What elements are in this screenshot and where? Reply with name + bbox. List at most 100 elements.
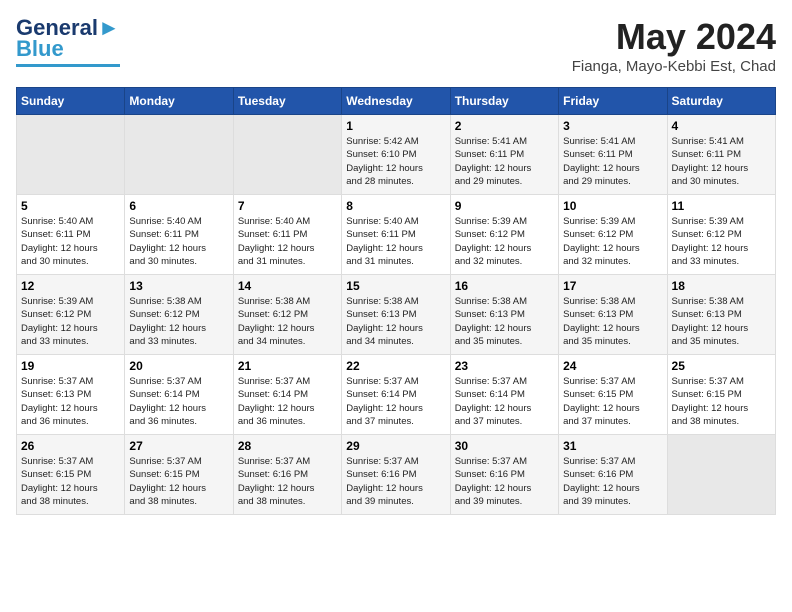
day-info: Sunrise: 5:37 AMSunset: 6:14 PMDaylight:…: [455, 375, 554, 428]
calendar-cell: 16 Sunrise: 5:38 AMSunset: 6:13 PMDayligh…: [450, 275, 558, 355]
day-info: Sunrise: 5:37 AMSunset: 6:15 PMDaylight:…: [21, 455, 120, 508]
day-info: Sunrise: 5:37 AMSunset: 6:16 PMDaylight:…: [238, 455, 337, 508]
day-info: Sunrise: 5:38 AMSunset: 6:13 PMDaylight:…: [672, 295, 771, 348]
calendar-cell: 20Sunrise: 5:37 AMSunset: 6:14 PMDayligh…: [125, 355, 233, 435]
day-number: 21: [238, 359, 337, 373]
calendar-cell: 7 Sunrise: 5:40 AMSunset: 6:11 PMDaylight…: [233, 195, 341, 275]
calendar-cell: 24 Sunrise: 5:37 AMSunset: 6:15 PMDayligh…: [559, 355, 667, 435]
calendar-table: SundayMondayTuesdayWednesdayThursdayFrid…: [16, 87, 776, 515]
calendar-cell: 12 Sunrise: 5:39 AMSunset: 6:12 PMDayligh…: [17, 275, 125, 355]
calendar-cell: 3 Sunrise: 5:41 AMSunset: 6:11 PMDaylight…: [559, 115, 667, 195]
day-number: 16: [455, 279, 554, 293]
weekday-header: Saturday: [667, 88, 775, 115]
day-info: Sunrise: 5:41 AMSunset: 6:11 PMDaylight:…: [455, 135, 554, 188]
day-info: Sunrise: 5:38 AMSunset: 6:13 PMDaylight:…: [346, 295, 445, 348]
day-info: Sunrise: 5:37 AMSunset: 6:15 PMDaylight:…: [129, 455, 228, 508]
page-header: General► Blue May 2024 Fianga, Mayo-Kebb…: [16, 16, 776, 75]
day-number: 26: [21, 439, 120, 453]
calendar-cell: [17, 115, 125, 195]
logo: General► Blue: [16, 16, 120, 67]
day-info: Sunrise: 5:39 AMSunset: 6:12 PMDaylight:…: [21, 295, 120, 348]
calendar-cell: 29 Sunrise: 5:37 AMSunset: 6:16 PMDayligh…: [342, 435, 450, 515]
day-info: Sunrise: 5:37 AMSunset: 6:16 PMDaylight:…: [346, 455, 445, 508]
day-info: Sunrise: 5:41 AMSunset: 6:11 PMDaylight:…: [563, 135, 662, 188]
day-number: 11: [672, 199, 771, 213]
day-info: Sunrise: 5:40 AMSunset: 6:11 PMDaylight:…: [129, 215, 228, 268]
day-number: 12: [21, 279, 120, 293]
day-number: 7: [238, 199, 337, 213]
day-info: Sunrise: 5:37 AMSunset: 6:14 PMDaylight:…: [129, 375, 228, 428]
day-info: Sunrise: 5:38 AMSunset: 6:12 PMDaylight:…: [129, 295, 228, 348]
day-number: 23: [455, 359, 554, 373]
day-info: Sunrise: 5:41 AMSunset: 6:11 PMDaylight:…: [672, 135, 771, 188]
day-info: Sunrise: 5:40 AMSunset: 6:11 PMDaylight:…: [346, 215, 445, 268]
calendar-cell: 28 Sunrise: 5:37 AMSunset: 6:16 PMDayligh…: [233, 435, 341, 515]
calendar-cell: 14Sunrise: 5:38 AMSunset: 6:12 PMDayligh…: [233, 275, 341, 355]
day-number: 24: [563, 359, 662, 373]
day-number: 9: [455, 199, 554, 213]
day-number: 1: [346, 119, 445, 133]
day-number: 8: [346, 199, 445, 213]
weekday-header: Friday: [559, 88, 667, 115]
day-number: 17: [563, 279, 662, 293]
calendar-cell: 22 Sunrise: 5:37 AMSunset: 6:14 PMDayligh…: [342, 355, 450, 435]
calendar-cell: 6 Sunrise: 5:40 AMSunset: 6:11 PMDaylight…: [125, 195, 233, 275]
week-row: 26 Sunrise: 5:37 AMSunset: 6:15 PMDayligh…: [17, 435, 776, 515]
week-row: 1 Sunrise: 5:42 AMSunset: 6:10 PMDaylight…: [17, 115, 776, 195]
day-number: 22: [346, 359, 445, 373]
day-number: 29: [346, 439, 445, 453]
week-row: 5 Sunrise: 5:40 AMSunset: 6:11 PMDaylight…: [17, 195, 776, 275]
calendar-cell: 1 Sunrise: 5:42 AMSunset: 6:10 PMDaylight…: [342, 115, 450, 195]
day-number: 18: [672, 279, 771, 293]
day-info: Sunrise: 5:42 AMSunset: 6:10 PMDaylight:…: [346, 135, 445, 188]
weekday-header: Tuesday: [233, 88, 341, 115]
calendar-cell: [667, 435, 775, 515]
week-row: 19Sunrise: 5:37 AMSunset: 6:13 PMDayligh…: [17, 355, 776, 435]
day-number: 10: [563, 199, 662, 213]
day-info: Sunrise: 5:38 AMSunset: 6:13 PMDaylight:…: [563, 295, 662, 348]
week-row: 12 Sunrise: 5:39 AMSunset: 6:12 PMDayligh…: [17, 275, 776, 355]
calendar-cell: 4 Sunrise: 5:41 AMSunset: 6:11 PMDaylight…: [667, 115, 775, 195]
day-info: Sunrise: 5:37 AMSunset: 6:16 PMDaylight:…: [455, 455, 554, 508]
calendar-cell: 8 Sunrise: 5:40 AMSunset: 6:11 PMDaylight…: [342, 195, 450, 275]
weekday-header: Monday: [125, 88, 233, 115]
weekday-header: Sunday: [17, 88, 125, 115]
day-info: Sunrise: 5:38 AMSunset: 6:13 PMDaylight:…: [455, 295, 554, 348]
calendar-cell: 11 Sunrise: 5:39 AMSunset: 6:12 PMDayligh…: [667, 195, 775, 275]
calendar-cell: 18 Sunrise: 5:38 AMSunset: 6:13 PMDayligh…: [667, 275, 775, 355]
day-number: 5: [21, 199, 120, 213]
day-number: 3: [563, 119, 662, 133]
weekday-header-row: SundayMondayTuesdayWednesdayThursdayFrid…: [17, 88, 776, 115]
day-info: Sunrise: 5:37 AMSunset: 6:16 PMDaylight:…: [563, 455, 662, 508]
calendar-cell: 23 Sunrise: 5:37 AMSunset: 6:14 PMDayligh…: [450, 355, 558, 435]
logo-blue: Blue: [16, 36, 64, 62]
day-number: 6: [129, 199, 228, 213]
calendar-cell: 5 Sunrise: 5:40 AMSunset: 6:11 PMDaylight…: [17, 195, 125, 275]
calendar-cell: 13 Sunrise: 5:38 AMSunset: 6:12 PMDayligh…: [125, 275, 233, 355]
calendar-cell: 10Sunrise: 5:39 AMSunset: 6:12 PMDayligh…: [559, 195, 667, 275]
day-info: Sunrise: 5:37 AMSunset: 6:14 PMDaylight:…: [238, 375, 337, 428]
day-info: Sunrise: 5:37 AMSunset: 6:15 PMDaylight:…: [672, 375, 771, 428]
day-info: Sunrise: 5:39 AMSunset: 6:12 PMDaylight:…: [672, 215, 771, 268]
calendar-cell: 21 Sunrise: 5:37 AMSunset: 6:14 PMDayligh…: [233, 355, 341, 435]
calendar-cell: 19Sunrise: 5:37 AMSunset: 6:13 PMDayligh…: [17, 355, 125, 435]
day-info: Sunrise: 5:37 AMSunset: 6:14 PMDaylight:…: [346, 375, 445, 428]
calendar-cell: 27 Sunrise: 5:37 AMSunset: 6:15 PMDayligh…: [125, 435, 233, 515]
day-number: 14: [238, 279, 337, 293]
title-section: May 2024 Fianga, Mayo-Kebbi Est, Chad: [572, 16, 776, 75]
day-number: 2: [455, 119, 554, 133]
day-number: 25: [672, 359, 771, 373]
day-info: Sunrise: 5:40 AMSunset: 6:11 PMDaylight:…: [21, 215, 120, 268]
day-number: 30: [455, 439, 554, 453]
day-number: 4: [672, 119, 771, 133]
day-info: Sunrise: 5:37 AMSunset: 6:15 PMDaylight:…: [563, 375, 662, 428]
calendar-cell: 31 Sunrise: 5:37 AMSunset: 6:16 PMDayligh…: [559, 435, 667, 515]
calendar-cell: 30 Sunrise: 5:37 AMSunset: 6:16 PMDayligh…: [450, 435, 558, 515]
day-number: 28: [238, 439, 337, 453]
logo-underline: [16, 64, 120, 67]
day-info: Sunrise: 5:40 AMSunset: 6:11 PMDaylight:…: [238, 215, 337, 268]
day-number: 13: [129, 279, 228, 293]
day-number: 31: [563, 439, 662, 453]
day-number: 27: [129, 439, 228, 453]
calendar-cell: 25 Sunrise: 5:37 AMSunset: 6:15 PMDayligh…: [667, 355, 775, 435]
